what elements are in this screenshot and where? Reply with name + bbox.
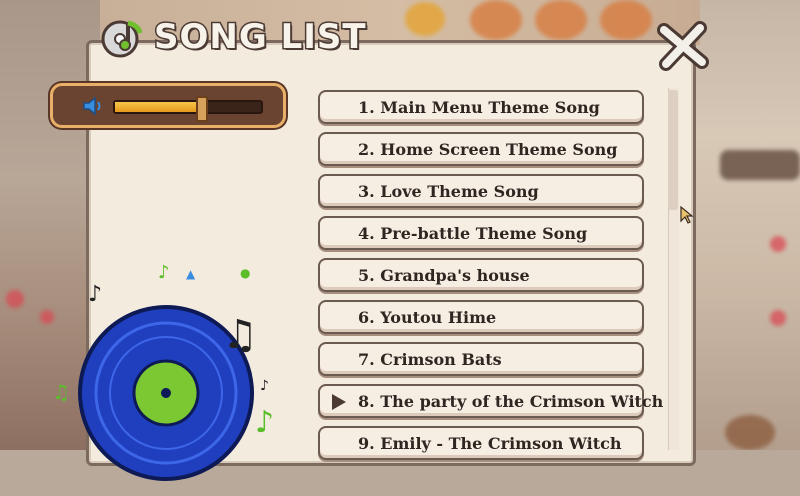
song-label: 2. Home Screen Theme Song [358, 140, 618, 159]
page-title: SONG LIST [153, 16, 368, 59]
music-disc-icon [100, 15, 144, 59]
mouse-cursor-icon [680, 205, 694, 224]
background-flower-2 [40, 310, 54, 324]
scrollbar-thumb[interactable] [668, 90, 678, 210]
volume-control [50, 83, 286, 128]
volume-handle[interactable] [195, 96, 208, 122]
speaker-icon[interactable] [81, 94, 105, 118]
song-item[interactable]: 1. Main Menu Theme Song [318, 90, 644, 124]
volume-fill [115, 102, 200, 112]
now-playing-icon [332, 394, 346, 410]
song-item[interactable]: 5. Grandpa's house [318, 258, 644, 292]
title-bar: SONG LIST [100, 12, 367, 62]
background-bun-1 [470, 0, 522, 40]
volume-slider[interactable] [113, 96, 263, 122]
music-note-icon: ♪ [158, 262, 170, 283]
close-button[interactable] [652, 18, 714, 74]
music-note-icon: ♫ [52, 380, 70, 404]
music-note-icon: ♪ [88, 282, 103, 307]
background-character [405, 2, 445, 36]
background-flower-4 [770, 310, 786, 326]
song-label: 4. Pre-battle Theme Song [358, 224, 588, 243]
triangle-sparkle-icon: ▲ [186, 267, 196, 281]
song-item[interactable]: 4. Pre-battle Theme Song [318, 216, 644, 250]
song-label: 7. Crimson Bats [358, 350, 502, 369]
close-icon [657, 21, 709, 71]
background-food [725, 415, 775, 450]
background-flower-1 [6, 290, 24, 308]
music-note-icon: ♫ [222, 312, 258, 358]
music-note-icon: ♪ [255, 405, 275, 440]
song-label: 5. Grandpa's house [358, 266, 530, 285]
song-item[interactable]: 9. Emily - The Crimson Witch [318, 426, 644, 460]
background-bun-3 [600, 0, 652, 40]
song-item[interactable]: 7. Crimson Bats [318, 342, 644, 376]
background-flower-3 [770, 236, 786, 252]
song-item[interactable]: 2. Home Screen Theme Song [318, 132, 644, 166]
song-label: 6. Youtou Hime [358, 308, 497, 327]
song-label: 9. Emily - The Crimson Witch [358, 434, 622, 453]
background-bun-2 [535, 0, 587, 40]
music-note-icon: ♪ [260, 378, 269, 394]
song-label: 8. The party of the Crimson Witch [358, 392, 664, 411]
song-label: 1. Main Menu Theme Song [358, 98, 600, 117]
song-item[interactable]: 6. Youtou Hime [318, 300, 644, 334]
dot-sparkle-icon: ● [240, 266, 251, 280]
song-item[interactable]: 3. Love Theme Song [318, 174, 644, 208]
song-label: 3. Love Theme Song [358, 182, 539, 201]
song-item[interactable]: 8. The party of the Crimson Witch [318, 384, 663, 418]
song-list: 1. Main Menu Theme Song 2. Home Screen Th… [318, 90, 663, 468]
background-panel [720, 150, 800, 180]
